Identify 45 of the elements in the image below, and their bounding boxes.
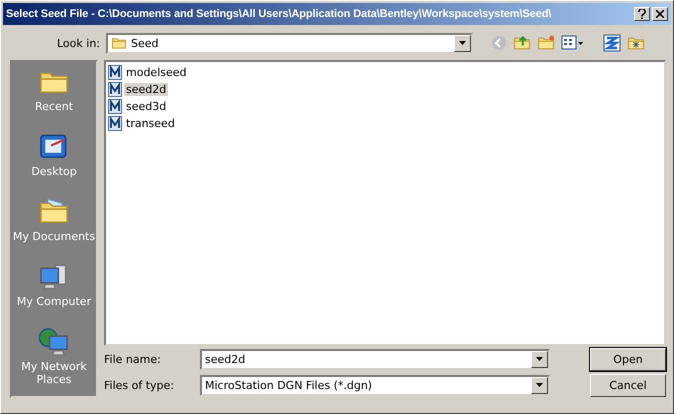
places-label: Recent [34, 100, 74, 113]
help-button[interactable] [634, 7, 650, 21]
places-item[interactable]: My Documents [12, 196, 96, 261]
dropdown-arrow-icon [536, 357, 543, 361]
places-label: Desktop [31, 165, 77, 178]
dropdown-button[interactable] [531, 376, 548, 394]
look-in-label: Look in: [57, 36, 100, 50]
file-name-value: seed2d [205, 352, 246, 366]
file-item[interactable]: transeed [124, 117, 177, 130]
places-label: My Documents [12, 230, 96, 243]
file-type-label: Files of type: [104, 378, 176, 392]
new-folder-icon[interactable] [537, 34, 555, 52]
file-type-value: MicroStation DGN Files (*.dgn) [205, 378, 372, 392]
file-item[interactable]: seed2d [124, 83, 168, 96]
look-in-dropdown[interactable]: Seed [106, 32, 473, 54]
document-icon [108, 116, 122, 131]
window-title: Select Seed File - C:\Documents and Settings\All Users\Application Data\Bentley\Workspace\system\Seed\ [6, 8, 552, 20]
dropdown-arrow-icon [459, 41, 466, 45]
file-type-dropdown[interactable]: MicroStation DGN Files (*.dgn) [200, 374, 550, 396]
file-name-field[interactable]: seed2d [200, 348, 550, 370]
view-menu-icon[interactable] [561, 35, 583, 51]
document-icon [108, 82, 122, 97]
file-name-label: File name: [104, 352, 162, 366]
places-item[interactable]: Desktop [12, 131, 96, 196]
file-item[interactable]: modelseed [124, 66, 188, 79]
places-item[interactable]: Recent [12, 66, 96, 131]
cancel-button[interactable]: Cancel [590, 374, 666, 396]
open-button[interactable]: Open [590, 348, 666, 370]
dropdown-arrow-icon [536, 383, 543, 387]
look-in-value: Seed [131, 36, 158, 50]
close-icon [656, 10, 664, 18]
places-item[interactable]: My Network Places [12, 326, 96, 391]
dropdown-button[interactable] [531, 350, 548, 368]
close-button[interactable] [652, 7, 668, 21]
places-item[interactable]: My Computer [12, 261, 96, 326]
document-icon [108, 99, 122, 114]
document-icon [108, 65, 122, 80]
places-label: My Computer [16, 295, 92, 308]
file-item[interactable]: seed3d [124, 100, 168, 113]
up-folder-icon[interactable] [513, 34, 531, 52]
help-icon [638, 9, 646, 19]
network-icon [38, 326, 70, 358]
logo-icon[interactable] [603, 34, 621, 52]
dropdown-button[interactable] [454, 34, 471, 52]
places-label: My Network Places [20, 360, 88, 386]
